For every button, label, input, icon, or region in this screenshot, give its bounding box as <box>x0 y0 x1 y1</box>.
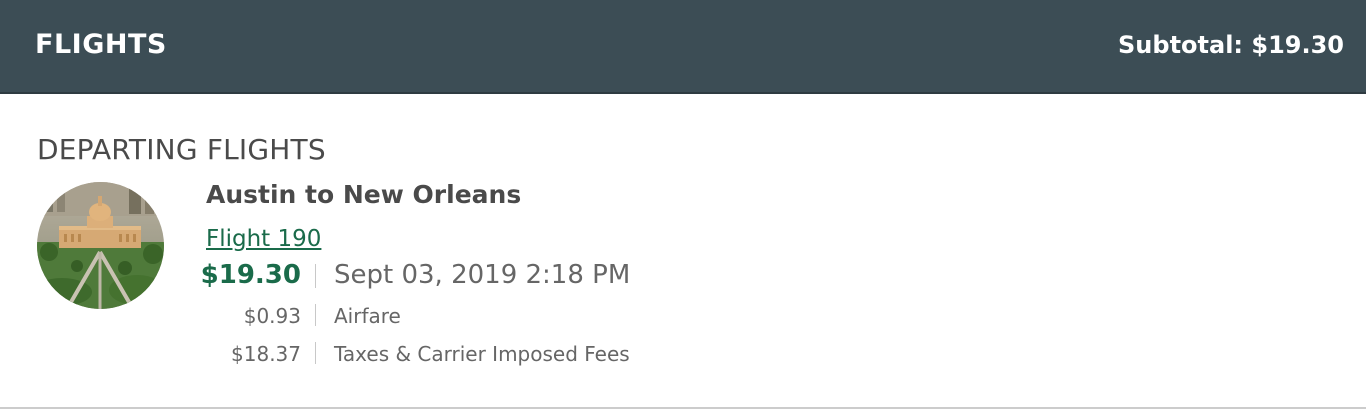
section-divider <box>0 407 1366 409</box>
departure-datetime: Sept 03, 2019 2:18 PM <box>334 260 631 290</box>
section-title: DEPARTING FLIGHTS <box>37 133 326 166</box>
divider <box>315 304 316 326</box>
fare-breakdown-row: $18.37 Taxes & Carrier Imposed Fees <box>200 340 800 380</box>
flights-header: FLIGHTS Subtotal: $19.30 <box>0 0 1366 94</box>
breakdown-label: Taxes & Carrier Imposed Fees <box>334 342 630 366</box>
flight-number-link[interactable]: Flight 190 <box>206 226 321 252</box>
price-row: $19.30 Sept 03, 2019 2:18 PM <box>200 258 800 298</box>
divider <box>315 342 316 364</box>
fare-breakdown-row: $0.93 Airfare <box>200 302 800 342</box>
destination-image <box>37 182 164 309</box>
flight-route: Austin to New Orleans <box>206 180 522 209</box>
header-title: FLIGHTS <box>35 29 167 60</box>
capitol-building-photo-icon <box>37 182 164 309</box>
breakdown-amount: $0.93 <box>243 304 301 328</box>
divider <box>315 264 316 288</box>
breakdown-label: Airfare <box>334 304 401 328</box>
breakdown-amount: $18.37 <box>231 342 301 366</box>
total-price: $19.30 <box>200 260 301 290</box>
subtotal-label: Subtotal: $19.30 <box>1118 31 1344 59</box>
